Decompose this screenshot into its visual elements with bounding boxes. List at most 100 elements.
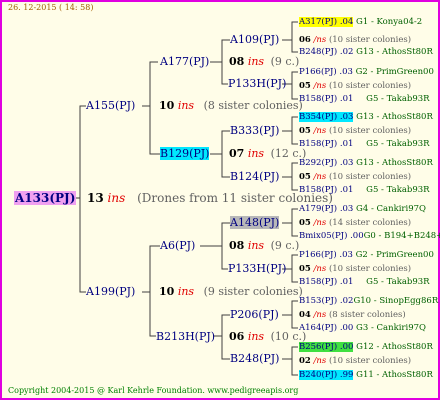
gen2-node[interactable]: A6(PJ) <box>160 239 195 252</box>
gen2-mating-info: 06 ins (10 c.) <box>229 330 306 343</box>
gen4-node[interactable]: B292(PJ) .03 G13 - AthosSt80R <box>299 158 433 168</box>
gen4-label: A164(PJ) .00 <box>299 323 354 333</box>
gen3-mating-info: 05 /ns (10 sister colonies) <box>299 126 411 136</box>
gen4-node[interactable]: B158(PJ) .01 G5 - Takab93R <box>299 277 430 287</box>
root-node[interactable]: A133(PJ) <box>14 191 77 205</box>
gen3-node[interactable]: A148(PJ) <box>230 216 280 229</box>
gen4-label: A179(PJ) .03 <box>299 204 354 214</box>
gen4-label: B158(PJ) .01 <box>299 185 354 195</box>
gen3-count: 05 <box>299 218 311 228</box>
gen4-node[interactable]: B153(PJ) .02G10 - SinopEgg86R <box>299 296 438 306</box>
gen2-count: 07 <box>229 147 245 160</box>
gen3-count: 06 <box>299 35 311 45</box>
gen4-label: B158(PJ) .01 <box>299 139 354 149</box>
gen2-count: 08 <box>229 55 245 68</box>
gen2-note: (9 c.) <box>270 239 300 252</box>
gen3-count: 05 <box>299 81 311 91</box>
gen1-node[interactable]: A199(PJ) <box>86 285 135 298</box>
gen4-label: B158(PJ) .01 <box>299 94 354 104</box>
gen2-count: 06 <box>229 330 245 343</box>
gen1-ins: ins <box>177 285 195 298</box>
gen3-mating-info: 05 /ns (10 sister colonies) <box>299 172 411 182</box>
root-mating-info: 13 ins (Drones from 11 sister colonies) <box>87 191 333 205</box>
gen3-count: 05 <box>299 264 311 274</box>
gen4-label: B354(PJ) .03 <box>299 112 354 122</box>
gen4-node[interactable]: B354(PJ) .03 G13 - AthosSt80R <box>299 112 433 122</box>
gen3-note: (10 sister colonies) <box>328 172 412 182</box>
gen4-label: P166(PJ) .03 <box>299 67 353 77</box>
gen3-node[interactable]: P206(PJ) <box>230 308 279 321</box>
gen3-mating-info: 05 /ns (10 sister colonies) <box>299 264 411 274</box>
gen3-count: 02 <box>299 356 311 366</box>
gen1-count: 10 <box>159 99 175 112</box>
gen4-origin: G13 - AthosSt80R <box>356 47 433 57</box>
gen3-node[interactable]: A109(PJ) <box>230 33 279 46</box>
gen2-note: (9 c.) <box>270 55 300 68</box>
gen4-origin: G2 - PrimGreen00 <box>355 67 434 77</box>
gen3-ins: /ns <box>313 356 327 366</box>
gen1-mating-info: 10 ins (9 sister colonies) <box>159 285 303 298</box>
gen1-count: 10 <box>159 285 175 298</box>
gen3-count: 05 <box>299 172 311 182</box>
gen3-node[interactable]: P133H(PJ) <box>228 262 286 275</box>
gen4-node[interactable]: B256(PJ) .00 G12 - AthosSt80R <box>299 342 433 352</box>
gen4-node[interactable]: A317(PJ) .04 G1 - Konya04-2 <box>299 17 422 27</box>
gen3-note: (14 sister colonies) <box>328 218 412 228</box>
gen4-label: B292(PJ) .03 <box>299 158 354 168</box>
gen4-node[interactable]: A164(PJ) .00 G3 - Cankiri97Q <box>299 323 426 333</box>
gen3-node[interactable]: P133H(PJ) <box>228 77 286 90</box>
gen2-node[interactable]: A177(PJ) <box>160 55 209 68</box>
gen4-origin: G10 - SinopEgg86R <box>353 296 439 306</box>
gen3-node[interactable]: B333(PJ) <box>230 124 279 137</box>
gen4-node[interactable]: Bmix05(PJ) .00G0 - B194+B248+B <box>299 231 440 241</box>
gen2-ins: ins <box>247 55 265 68</box>
gen3-node[interactable]: B248(PJ) <box>230 352 279 365</box>
gen4-label: Bmix05(PJ) .00 <box>299 231 364 241</box>
gen3-mating-info: 06 /ns (10 sister colonies) <box>299 35 411 45</box>
gen3-ins: /ns <box>313 218 327 228</box>
gen4-node[interactable]: P166(PJ) .03 G2 - PrimGreen00 <box>299 250 434 260</box>
gen4-origin: G13 - AthosSt80R <box>356 158 433 168</box>
gen3-ins: /ns <box>313 126 327 136</box>
gen2-count: 08 <box>229 239 245 252</box>
gen4-node[interactable]: P166(PJ) .03 G2 - PrimGreen00 <box>299 67 434 77</box>
gen4-node[interactable]: B158(PJ) .01 G5 - Takab93R <box>299 185 430 195</box>
gen2-label: B129(PJ) <box>160 147 210 160</box>
gen4-origin: G1 - Konya04-2 <box>356 17 423 27</box>
gen2-ins: ins <box>247 239 265 252</box>
gen4-node[interactable]: B158(PJ) .01 G5 - Takab93R <box>299 94 430 104</box>
gen4-label: P166(PJ) .03 <box>299 250 353 260</box>
gen4-origin: G5 - Takab93R <box>366 139 430 149</box>
gen4-node[interactable]: B158(PJ) .01 G5 - Takab93R <box>299 139 430 149</box>
copyright-footer: Copyright 2004-2015 @ Karl Kehrle Founda… <box>8 386 299 395</box>
gen3-count: 05 <box>299 126 311 136</box>
gen4-label: B158(PJ) .01 <box>299 277 354 287</box>
gen3-note: (10 sister colonies) <box>328 81 412 91</box>
gen2-mating-info: 08 ins (9 c.) <box>229 55 299 68</box>
root-label: A133(PJ) <box>14 191 77 205</box>
gen3-note: (10 sister colonies) <box>328 264 412 274</box>
gen3-label: A148(PJ) <box>230 216 280 229</box>
gen2-ins: ins <box>247 330 265 343</box>
gen4-origin: G2 - PrimGreen00 <box>355 250 434 260</box>
gen4-origin: G11 - AthosSt80R <box>356 370 433 380</box>
gen4-label: B153(PJ) .02 <box>299 296 354 306</box>
gen4-origin: G5 - Takab93R <box>366 277 430 287</box>
gen1-node[interactable]: A155(PJ) <box>86 99 135 112</box>
gen3-note: (10 sister colonies) <box>328 35 412 45</box>
gen4-node[interactable]: A179(PJ) .03 G4 - Cankiri97Q <box>299 204 426 214</box>
root-count: 13 <box>87 191 104 205</box>
gen4-label: B240(PJ) .99 <box>299 370 354 380</box>
root-ins: ins <box>107 191 126 205</box>
gen3-node[interactable]: B124(PJ) <box>230 170 279 183</box>
gen3-note: (10 sister colonies) <box>328 126 412 136</box>
gen3-mating-info: 04 /ns (8 sister colonies) <box>299 310 406 320</box>
gen4-node[interactable]: B240(PJ) .99 G11 - AthosSt80R <box>299 370 433 380</box>
gen2-node[interactable]: B213H(PJ) <box>156 330 215 343</box>
gen2-node[interactable]: B129(PJ) <box>160 147 210 160</box>
gen4-label: B256(PJ) .00 <box>299 342 354 352</box>
gen2-mating-info: 08 ins (9 c.) <box>229 239 299 252</box>
gen4-node[interactable]: B248(PJ) .02 G13 - AthosSt80R <box>299 47 433 57</box>
gen3-mating-info: 05 /ns (10 sister colonies) <box>299 81 411 91</box>
gen3-mating-info: 05 /ns (14 sister colonies) <box>299 218 411 228</box>
